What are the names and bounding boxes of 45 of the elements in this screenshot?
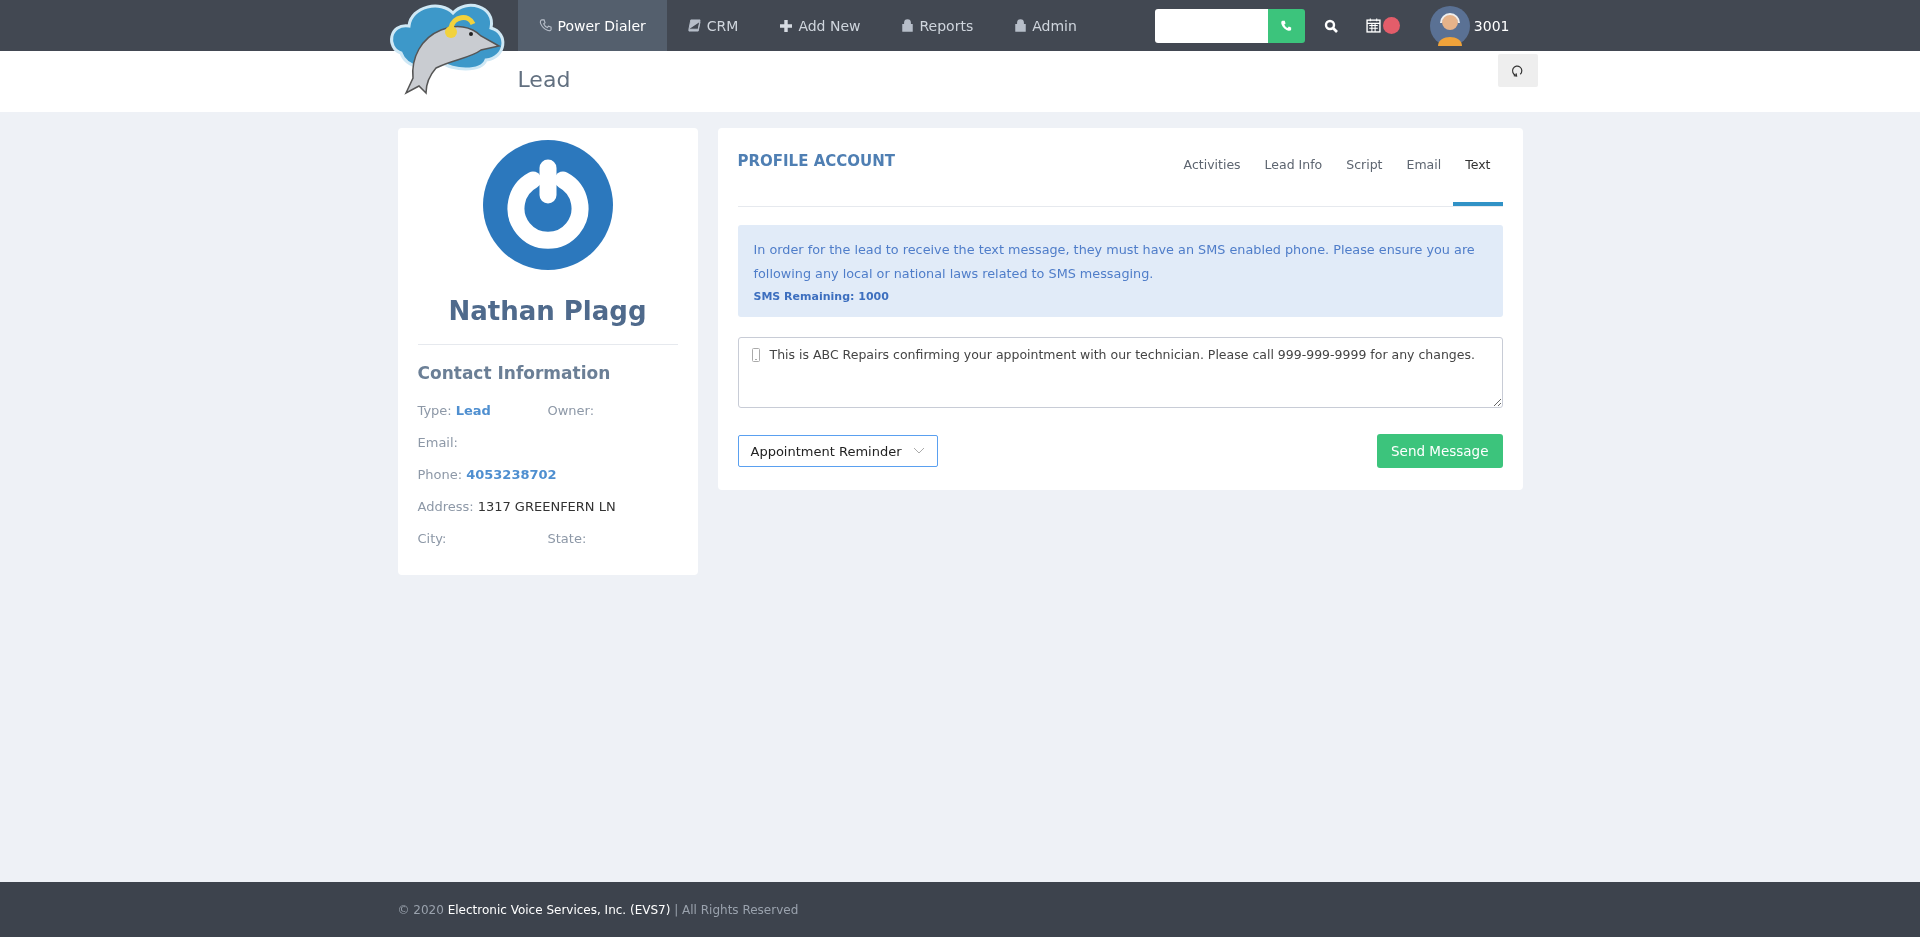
tab[interactable]: Email: [1394, 144, 1454, 206]
field-label: State:: [547, 531, 587, 548]
lock-icon: [902, 19, 914, 32]
call-button[interactable]: [1267, 8, 1305, 43]
field-label: Phone:: [417, 467, 463, 484]
template-dropdown[interactable]: Appointment Reminder: [737, 435, 938, 467]
field-label: Email:: [417, 435, 458, 452]
tab[interactable]: Activities: [1171, 144, 1253, 206]
tab[interactable]: Script: [1334, 144, 1395, 206]
section-title: Contact Information: [417, 363, 612, 383]
page-title: Lead: [517, 67, 571, 92]
field-label: Type:: [417, 403, 452, 420]
notice-text: In order for the lead to receive the text message, they must have an SMS enabled phone. Please ensure you are following any local or national laws related to SMS messaging.: [753, 241, 1476, 283]
nav-tab[interactable]: Power Dialer: [517, 0, 667, 51]
chevron-down-icon: [912, 447, 925, 455]
sms-remaining: SMS Remaining: 1000: [753, 290, 890, 303]
panel-title: PROFILE ACCOUNT: [737, 152, 895, 170]
nav-tab[interactable]: Admin: [994, 0, 1098, 51]
nav-tab[interactable]: CRM: [666, 0, 760, 51]
lead-name: Nathan Plagg: [447, 296, 648, 326]
field-label: City:: [417, 531, 447, 548]
nav-tab[interactable]: Reports: [881, 0, 995, 51]
phone-icon: [538, 19, 552, 32]
dial-field[interactable]: [1154, 8, 1305, 43]
refresh-icon: [1511, 64, 1524, 77]
field-value: 1317 GREENFERN LN: [477, 499, 616, 516]
phone-icon: [1280, 19, 1293, 32]
calendar-icon[interactable]: [1365, 18, 1381, 33]
user-extension[interactable]: 3001: [1473, 17, 1510, 34]
book-icon: [687, 19, 701, 32]
copyright-text: © 2020 Electronic Voice Services, Inc. (EVS7) | All Rights Reserved: [397, 902, 800, 917]
plus-icon: [780, 19, 793, 32]
field-link[interactable]: Lead: [455, 403, 491, 435]
search-icon[interactable]: [1323, 18, 1338, 33]
field-label: Owner:: [547, 403, 595, 420]
tab[interactable]: Text: [1453, 144, 1503, 206]
field-label: Address:: [417, 499, 474, 516]
field-link[interactable]: 4053238702: [466, 467, 557, 499]
lock-icon: [1015, 19, 1027, 32]
tab[interactable]: Lead Info: [1252, 144, 1335, 206]
message-field[interactable]: This is ABC Repairs confirming your appointment with our technician. Please call 999-999-9999 for any changes.: [737, 337, 1503, 408]
company-link[interactable]: Electronic Voice Services, Inc. (EVS7): [447, 902, 671, 917]
refresh-button[interactable]: [1497, 54, 1538, 87]
nav-tab[interactable]: Add New: [759, 0, 882, 51]
avatar-drawing[interactable]: [1429, 5, 1470, 46]
